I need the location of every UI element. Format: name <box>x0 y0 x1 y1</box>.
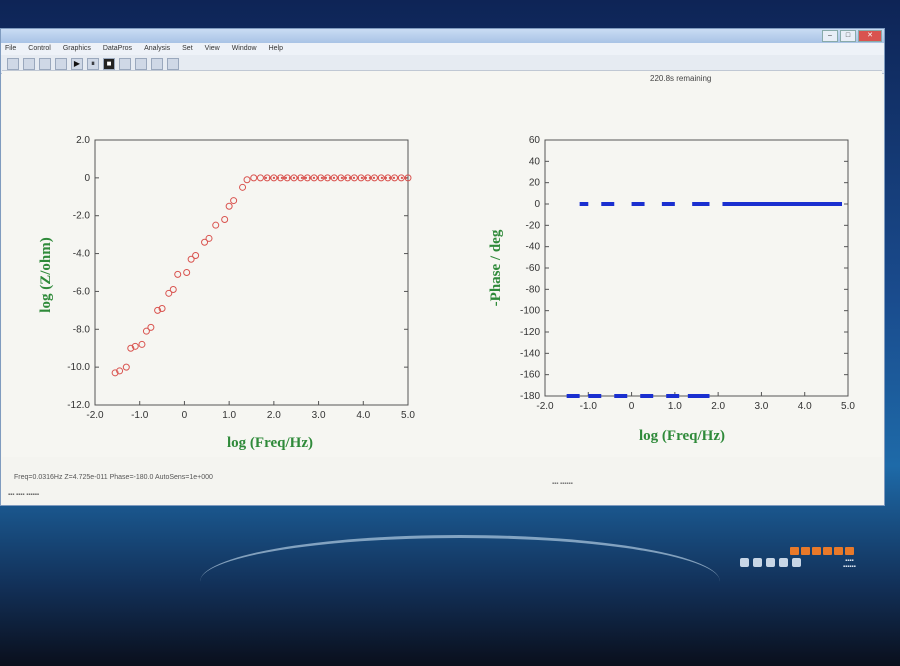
x-tick-label: 1.0 <box>222 410 236 421</box>
phase-plot: -2.0 -1.0 0 1.0 2.0 3.0 4.0 5.0 60 40 20 0 -20 -40 -60… <box>520 135 855 412</box>
tray-icon-1[interactable] <box>790 547 799 555</box>
impedance-x-axis-label: log (Freq/Hz) <box>227 435 313 451</box>
x-tick-label: -1.0 <box>580 401 598 412</box>
y-tick-label: -140 <box>520 348 540 359</box>
volume-icon[interactable] <box>766 558 775 567</box>
data-point <box>243 176 251 184</box>
data-point <box>205 234 213 242</box>
data-point <box>230 197 238 205</box>
y-tick-label: -12.0 <box>67 400 90 411</box>
tray-icon-5[interactable] <box>834 547 843 555</box>
x-tick-label: 5.0 <box>841 401 855 412</box>
y-tick-label: -80 <box>526 284 541 295</box>
impedance-plot: -2.0 -1.0 0 1.0 2.0 3.0 4.0 5.0 2.0 0 -2.0 -4.0 -6.0… <box>67 135 415 421</box>
status-indicator: ▪▪▪ ▪▪▪▪▪▪ <box>552 481 573 487</box>
data-point <box>122 363 130 371</box>
y-tick-label: 20 <box>529 178 541 189</box>
y-tick-label: -10.0 <box>67 362 90 373</box>
data-point <box>174 270 182 278</box>
data-point <box>256 174 264 182</box>
y-tick-label: -120 <box>520 327 540 338</box>
data-point <box>250 174 258 182</box>
phase-plot-frame <box>544 139 849 397</box>
x-tick-label: 1.0 <box>668 401 682 412</box>
x-tick-label: 4.0 <box>356 410 370 421</box>
data-point <box>212 221 220 229</box>
y-tick-label: -8.0 <box>73 324 91 335</box>
flag-icon[interactable] <box>740 558 749 567</box>
data-point <box>225 202 233 210</box>
y-tick-label: 2.0 <box>76 135 90 146</box>
system-tray <box>740 558 801 567</box>
impedance-y-axis-label: log (Z/ohm) <box>38 237 54 312</box>
tray-notification-icons <box>790 547 854 555</box>
data-point <box>239 183 247 191</box>
data-point <box>192 251 200 259</box>
tray-icon-2[interactable] <box>801 547 810 555</box>
x-tick-label: -2.0 <box>536 401 554 412</box>
x-tick-label: 0 <box>629 401 635 412</box>
x-tick-label: 0 <box>182 410 188 421</box>
x-tick-label: 2.0 <box>267 410 281 421</box>
y-tick-label: 0 <box>534 199 540 210</box>
network-icon[interactable] <box>753 558 762 567</box>
data-point <box>221 216 229 223</box>
x-tick-label: 4.0 <box>798 401 812 412</box>
x-tick-label: 2.0 <box>711 401 725 412</box>
data-point <box>138 340 146 348</box>
phase-x-axis-label: log (Freq/Hz) <box>639 428 725 444</box>
y-tick-label: -20 <box>526 220 541 231</box>
tray-icon-3[interactable] <box>812 547 821 555</box>
y-tick-label: 0 <box>84 173 90 184</box>
language-icon[interactable] <box>792 558 801 567</box>
y-tick-label: -40 <box>526 242 541 253</box>
y-tick-label: -2.0 <box>73 211 91 222</box>
y-tick-label: -6.0 <box>73 286 91 297</box>
data-point <box>169 286 177 294</box>
cursor-readout: Freq=0.0316Hz Z=4.725e-011 Phase=-180.0 … <box>14 474 213 481</box>
x-tick-label: 3.0 <box>754 401 768 412</box>
y-tick-label: -60 <box>526 263 541 274</box>
y-tick-label: -160 <box>520 370 540 381</box>
y-tick-label: -180 <box>520 391 540 402</box>
x-tick-label: -2.0 <box>86 410 104 421</box>
y-tick-label: 40 <box>529 156 541 167</box>
data-point <box>147 323 155 331</box>
status-bar: ▪▪▪ ▪▪▪▪ ▪▪▪▪▪▪ <box>8 492 39 498</box>
y-tick-label: -100 <box>520 306 540 317</box>
tray-icon-4[interactable] <box>823 547 832 555</box>
data-point <box>183 269 191 276</box>
x-tick-label: 5.0 <box>401 410 415 421</box>
y-tick-label: 60 <box>529 135 541 146</box>
taskbar-clock[interactable]: ▪▪▪▪ ▪▪▪▪▪▪ <box>843 558 856 570</box>
tray-icon-6[interactable] <box>845 547 854 555</box>
phase-y-axis-label: -Phase / deg <box>488 229 504 306</box>
x-tick-label: -1.0 <box>131 410 149 421</box>
power-icon[interactable] <box>779 558 788 567</box>
y-tick-label: -4.0 <box>73 249 91 260</box>
x-tick-label: 3.0 <box>312 410 326 421</box>
